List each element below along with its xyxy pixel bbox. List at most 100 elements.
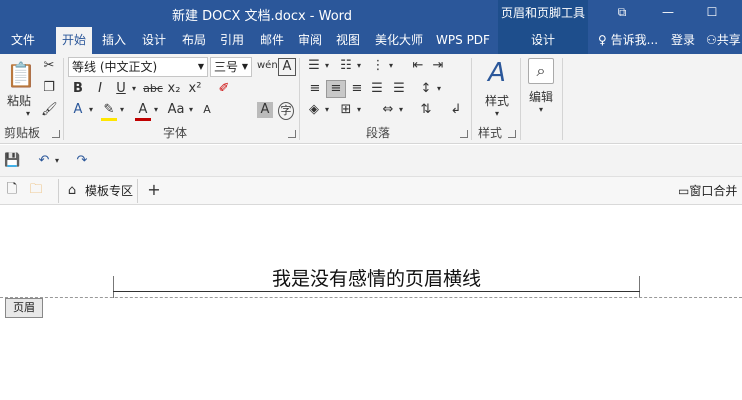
chevron-down-icon[interactable]: ▾ (87, 102, 95, 118)
styles-icon[interactable]: A (482, 58, 512, 88)
tab-layout[interactable]: 布局 (176, 27, 212, 54)
ribbon: 📋 粘贴 ▾ ✂ ❐ 🖌 剪贴板 等线 (中文正文) ▼ 三号 ▼ wén A B … (0, 54, 742, 144)
character-border-icon[interactable]: A (278, 58, 296, 76)
align-left-icon[interactable]: ≡ (306, 81, 324, 97)
redo-icon[interactable]: ↷ (74, 153, 90, 169)
chevron-down-icon[interactable]: ▾ (118, 102, 126, 118)
context-tool-title: 页眉和页脚工具 (498, 0, 588, 27)
tab-template-zone[interactable]: ⌂ 模板专区 (58, 179, 138, 203)
bold-button[interactable]: B (70, 81, 86, 97)
paste-dropdown-icon[interactable]: ▾ (24, 106, 32, 122)
chinese-layout-icon[interactable]: ⇔ (380, 102, 396, 118)
tab-review[interactable]: 审阅 (292, 27, 328, 54)
chevron-down-icon[interactable]: ▾ (323, 58, 331, 74)
character-shading-icon[interactable]: A (257, 102, 273, 118)
share-button[interactable]: ⚇共享 (706, 27, 741, 54)
login-link[interactable]: 登录 (671, 27, 695, 54)
ribbon-divider (299, 58, 300, 140)
grow-font-icon[interactable]: A (202, 102, 212, 118)
chevron-down-icon[interactable]: ▾ (152, 102, 160, 118)
font-launcher-icon[interactable] (288, 130, 296, 138)
chevron-down-icon[interactable]: ▾ (355, 102, 363, 118)
header-rule-line (113, 291, 640, 292)
restore-ribbon-icon[interactable]: ⧉ (612, 3, 632, 23)
undo-icon[interactable]: ↶ (36, 153, 52, 169)
bullets-icon[interactable]: ☰ (306, 58, 322, 74)
document-title: 新建 DOCX 文档.docx - Word (172, 9, 353, 24)
save-icon[interactable]: 💾 (4, 153, 20, 169)
header-text[interactable]: 我是没有感情的页眉横线 (113, 264, 640, 291)
paste-icon[interactable]: 📋 (6, 58, 36, 92)
styles-launcher-icon[interactable] (508, 130, 516, 138)
text-effects-icon[interactable]: A (70, 102, 86, 118)
ribbon-divider (471, 58, 472, 140)
decrease-indent-icon[interactable]: ⇤ (410, 58, 426, 74)
find-icon[interactable]: ⌕ (528, 58, 554, 84)
clipboard-launcher-icon[interactable] (52, 130, 60, 138)
window-icon: ▭ (678, 184, 690, 198)
tab-file[interactable]: 文件 (0, 27, 46, 54)
multilevel-list-icon[interactable]: ⋮ (370, 58, 386, 74)
tab-beautify-master[interactable]: 美化大师 (370, 27, 428, 54)
superscript-button[interactable]: x² (187, 81, 203, 97)
tab-home[interactable]: 开始 (56, 27, 92, 54)
tab-header-footer-design[interactable]: 设计 (498, 27, 588, 54)
increase-indent-icon[interactable]: ⇥ (430, 58, 446, 74)
maximize-icon[interactable]: ☐ (702, 3, 722, 23)
chevron-down-icon[interactable]: ▾ (130, 81, 138, 97)
chevron-down-icon[interactable]: ▾ (187, 102, 195, 118)
phonetic-guide-icon[interactable]: wén (257, 58, 278, 74)
cut-icon[interactable]: ✂ (41, 58, 57, 74)
tab-view[interactable]: 视图 (330, 27, 366, 54)
chevron-down-icon[interactable]: ▾ (323, 102, 331, 118)
font-color-button[interactable]: A (135, 102, 151, 121)
italic-button[interactable]: I (92, 81, 108, 97)
chevron-down-icon[interactable]: ▾ (53, 153, 61, 169)
enclose-characters-icon[interactable]: 字 (278, 102, 294, 120)
sort-icon[interactable]: ⇅ (418, 102, 434, 118)
font-name-select[interactable]: 等线 (中文正文) ▼ (68, 57, 208, 77)
tab-references[interactable]: 引用 (214, 27, 250, 54)
subscript-button[interactable]: x₂ (166, 81, 182, 97)
font-size-select[interactable]: 三号 ▼ (210, 57, 252, 77)
strikethrough-button[interactable]: abc (142, 81, 164, 97)
tab-insert[interactable]: 插入 (96, 27, 132, 54)
document-canvas[interactable]: 我是没有感情的页眉横线 页眉 (0, 206, 742, 400)
add-tab-button[interactable]: + (146, 182, 162, 198)
tab-design[interactable]: 设计 (136, 27, 172, 54)
borders-icon[interactable]: ⊞ (338, 102, 354, 118)
new-document-icon[interactable]: 🗋 (4, 182, 20, 198)
copy-icon[interactable]: ❐ (41, 80, 57, 96)
document-tab-bar: 🗋 🗀 ⌂ 模板专区 + ▭窗口合并 (0, 177, 742, 205)
chevron-down-icon[interactable]: ▾ (387, 58, 395, 74)
folder-icon[interactable]: 🗀 (28, 182, 44, 198)
tab-wps-pdf[interactable]: WPS PDF (432, 27, 494, 54)
align-center-icon[interactable]: ≡ (326, 80, 346, 98)
chevron-down-icon[interactable]: ▾ (397, 102, 405, 118)
underline-button[interactable]: U (113, 81, 129, 97)
styles-group-label: 样式 (478, 126, 503, 140)
chevron-down-icon[interactable]: ▾ (435, 81, 443, 97)
person-icon: ⚇ (706, 33, 717, 47)
line-spacing-icon[interactable]: ↕ (418, 81, 434, 97)
minimize-icon[interactable]: — (658, 3, 678, 23)
paragraph-launcher-icon[interactable] (460, 130, 468, 138)
justify-icon[interactable]: ☰ (368, 81, 386, 97)
show-marks-icon[interactable]: ↲ (448, 102, 464, 118)
highlight-icon[interactable]: ✎ (101, 102, 117, 121)
chevron-down-icon[interactable]: ▾ (493, 106, 501, 122)
window-merge-button[interactable]: ▭窗口合并 (678, 182, 737, 199)
numbering-icon[interactable]: ☷ (338, 58, 354, 74)
chevron-down-icon[interactable]: ▾ (537, 102, 545, 118)
format-painter-icon[interactable]: 🖌 (41, 102, 58, 118)
header-boundary-line (0, 297, 742, 298)
clear-formatting-icon[interactable]: ✐ (216, 81, 232, 97)
chevron-down-icon[interactable]: ▾ (355, 58, 363, 74)
tell-me-search[interactable]: ♀ 告诉我... (598, 27, 658, 54)
shading-icon[interactable]: ◈ (306, 102, 322, 118)
change-case-button[interactable]: Aa (166, 102, 186, 118)
distributed-icon[interactable]: ☰ (390, 81, 408, 97)
align-right-icon[interactable]: ≡ (348, 81, 366, 97)
chevron-down-icon: ▼ (241, 62, 248, 71)
tab-mailings[interactable]: 邮件 (254, 27, 290, 54)
